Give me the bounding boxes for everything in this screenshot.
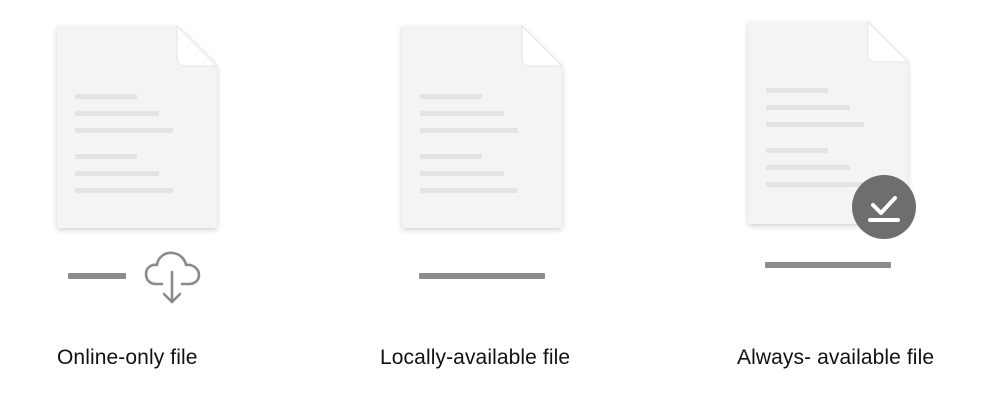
file-item-online-only[interactable]: Online-only file (35, 0, 275, 418)
file-caption: Locally-available file (380, 346, 571, 369)
file-caption: Online-only file (57, 346, 198, 369)
filename-placeholder-bar (68, 273, 126, 279)
document-icon (380, 18, 620, 248)
cloud-download-icon (142, 248, 212, 308)
file-item-locally-available[interactable]: Locally-available file (380, 0, 620, 418)
document-icon (35, 18, 275, 248)
filename-placeholder-bar (419, 273, 545, 279)
document-icon (726, 18, 966, 248)
file-caption: Always- available file (737, 346, 935, 369)
filename-placeholder-bar (765, 262, 891, 268)
checkmark-badge-icon (851, 174, 917, 240)
file-item-always-available[interactable]: Always- available file (726, 0, 966, 418)
